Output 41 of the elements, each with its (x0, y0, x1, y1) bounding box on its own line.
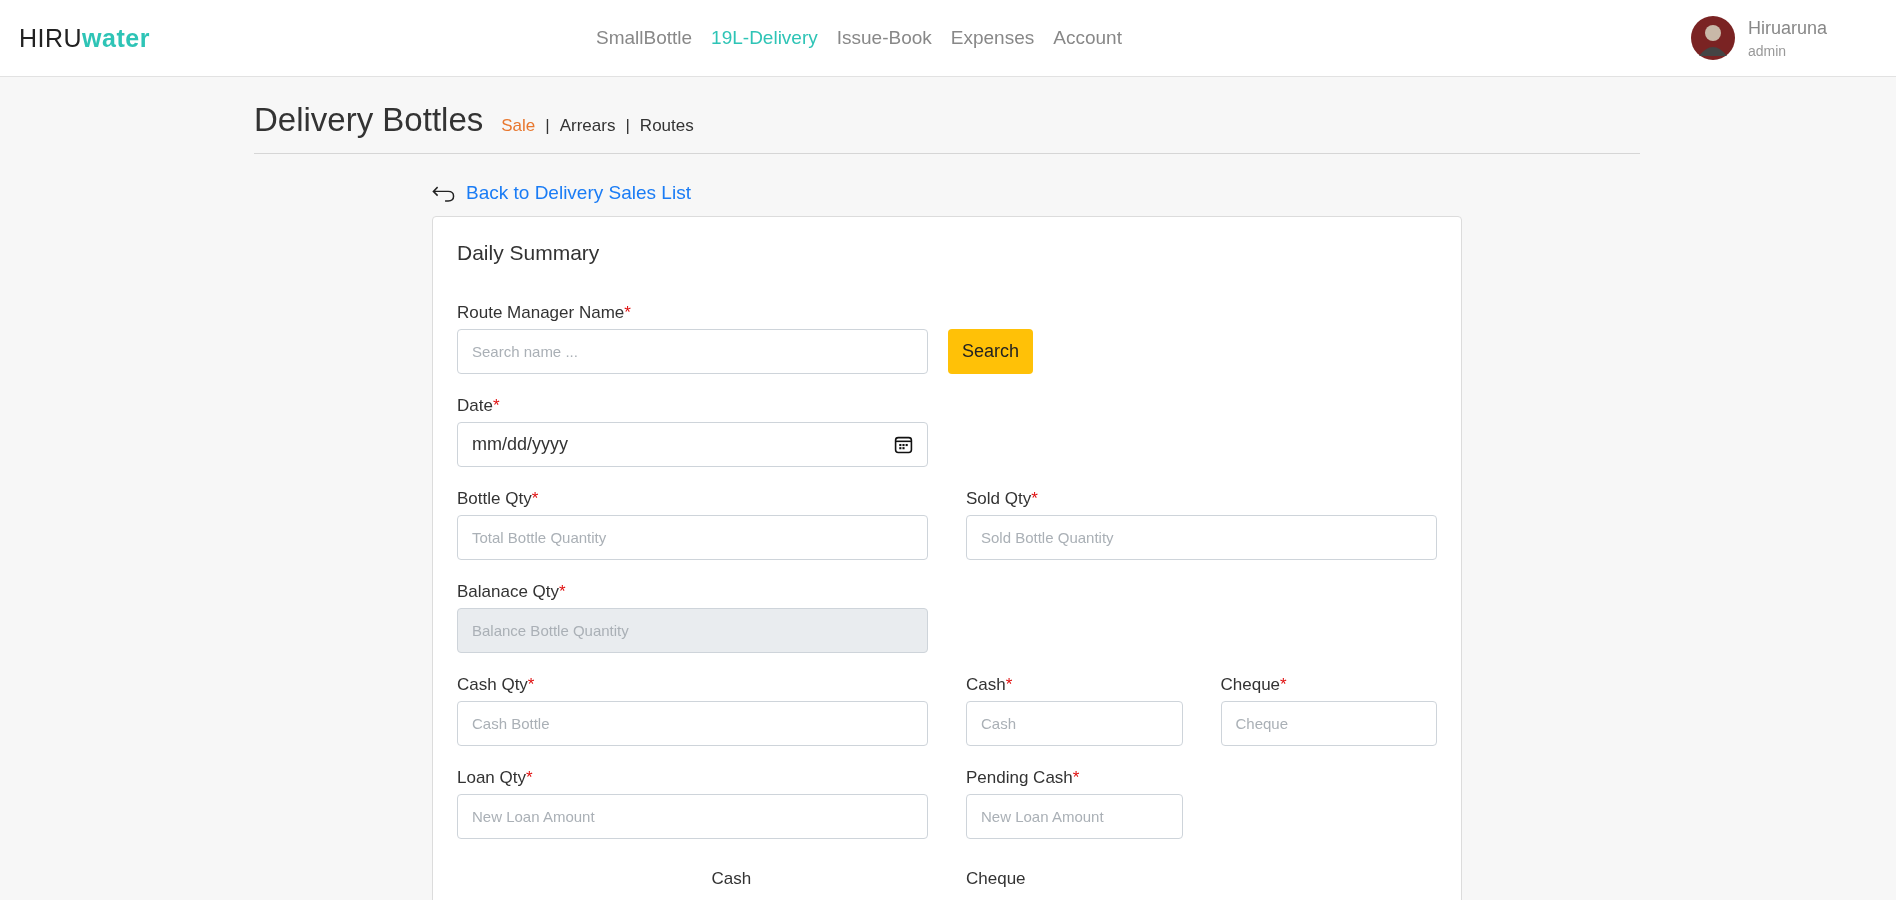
calendar-icon[interactable] (894, 435, 913, 454)
field-label: Bottle Qty* (457, 489, 539, 509)
search-button[interactable]: Search (948, 329, 1034, 374)
sub-nav-link[interactable]: Arrears (559, 116, 616, 136)
separator: | (625, 116, 630, 136)
text-input[interactable]: New Loan Amount (966, 794, 1183, 839)
nav-link[interactable]: Issue-Book (836, 27, 932, 49)
text-input[interactable]: Sold Bottle Quantity (966, 515, 1437, 560)
field-label: Pending Cash* (966, 768, 1080, 788)
sub-nav-link[interactable]: Routes (639, 116, 694, 136)
text-input[interactable]: Cheque (1220, 701, 1437, 746)
date-field[interactable]: mm/dd/yyyy (457, 422, 928, 467)
back-link[interactable]: Back to Delivery Sales List (466, 182, 691, 204)
field-label: Cash* (966, 675, 1013, 695)
text-input[interactable]: Total Bottle Quantity (457, 515, 928, 560)
avatar-icon[interactable] (1690, 16, 1735, 60)
page-title: Delivery Bottles (254, 101, 484, 139)
logo[interactable]: HIRUwater (19, 23, 150, 53)
nav-link[interactable]: Expenses (950, 27, 1035, 49)
field-label: Loan Qty* (457, 768, 533, 788)
nav-link[interactable]: 19L-Delivery (711, 27, 818, 49)
field-label: Date* (457, 396, 500, 416)
field-label: Cash Qty* (457, 675, 535, 695)
column-label: Cheque (966, 869, 1027, 889)
field-label: Cheque* (1220, 675, 1287, 695)
separator: | (545, 116, 550, 136)
text-input[interactable]: Cash Bottle (457, 701, 928, 746)
nav-link[interactable]: Account (1053, 27, 1122, 49)
card-title: Daily Summary (457, 241, 601, 265)
field-label: Sold Qty* (966, 489, 1038, 509)
field-label: Balanace Qty* (457, 582, 566, 602)
field-label: Route Manager Name* (457, 303, 631, 323)
sub-nav-link[interactable]: Sale (501, 116, 536, 136)
column-label: Cash (711, 869, 753, 889)
text-input[interactable]: Search name ... (457, 329, 928, 374)
text-input[interactable]: Cash (966, 701, 1183, 746)
back-arrow-icon[interactable] (432, 184, 456, 202)
nav-link[interactable]: SmallBottle (596, 27, 693, 49)
user-name: Hiruaruna (1747, 17, 1827, 39)
text-input[interactable]: New Loan Amount (457, 794, 928, 839)
user-role: admin (1747, 42, 1788, 59)
